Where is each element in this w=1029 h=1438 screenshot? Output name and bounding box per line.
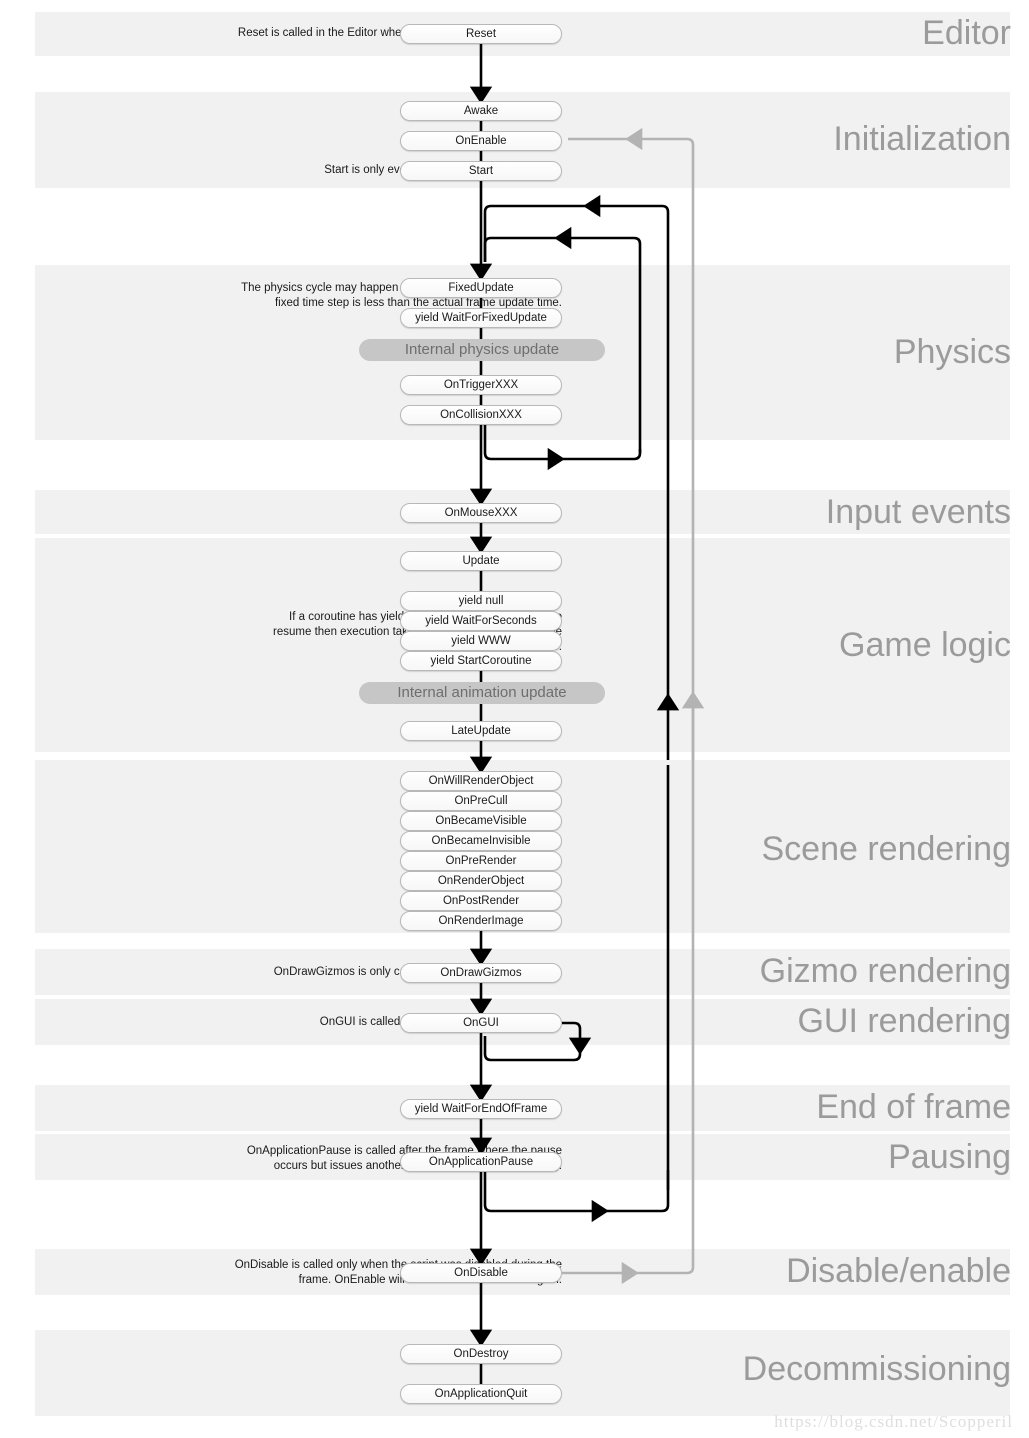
node-internal-animation-update: Internal animation update	[359, 682, 605, 704]
band-label-input-events: Input events	[825, 493, 1011, 531]
node-onwillrenderobject[interactable]: OnWillRenderObject	[400, 771, 562, 791]
band-label-decommissioning: Decommissioning	[742, 1350, 1011, 1388]
band-label-pausing: Pausing	[888, 1138, 1011, 1176]
node-onapplicationquit[interactable]: OnApplicationQuit	[400, 1384, 562, 1404]
node-ondrawgizmos[interactable]: OnDrawGizmos	[400, 963, 562, 983]
node-yield-null[interactable]: yield null	[400, 591, 562, 611]
node-ondestroy[interactable]: OnDestroy	[400, 1344, 562, 1364]
node-onprecull[interactable]: OnPreCull	[400, 791, 562, 811]
node-ondisable[interactable]: OnDisable	[400, 1263, 562, 1283]
node-lateupdate[interactable]: LateUpdate	[400, 721, 562, 741]
node-yield-www[interactable]: yield WWW	[400, 631, 562, 651]
node-onbecameinvisible[interactable]: OnBecameInvisible	[400, 831, 562, 851]
node-ontriggerxxx[interactable]: OnTriggerXXX	[400, 375, 562, 395]
band-label-initialization: Initialization	[833, 120, 1011, 158]
node-yield-waitforseconds[interactable]: yield WaitForSeconds	[400, 611, 562, 631]
band-label-physics: Physics	[893, 333, 1011, 371]
unity-lifecycle-diagram: Editor Initialization Physics Input even…	[0, 0, 1029, 1438]
node-onenable[interactable]: OnEnable	[400, 131, 562, 151]
node-onapplicationpause[interactable]: OnApplicationPause	[400, 1152, 562, 1172]
node-fixedupdate[interactable]: FixedUpdate	[400, 278, 562, 298]
node-onrenderobject[interactable]: OnRenderObject	[400, 871, 562, 891]
node-awake[interactable]: Awake	[400, 101, 562, 121]
node-onmousexxx[interactable]: OnMouseXXX	[400, 503, 562, 523]
watermark: https://blog.csdn.net/Scopperil	[774, 1412, 1013, 1431]
node-yield-waitforendofframe[interactable]: yield WaitForEndOfFrame	[400, 1099, 562, 1119]
band-label-end-of-frame: End of frame	[816, 1088, 1011, 1126]
node-yield-startcoroutine[interactable]: yield StartCoroutine	[400, 651, 562, 671]
node-onrenderimage[interactable]: OnRenderImage	[400, 911, 562, 931]
node-ongui[interactable]: OnGUI	[400, 1013, 562, 1033]
node-onprerender[interactable]: OnPreRender	[400, 851, 562, 871]
band-label-scene-rendering: Scene rendering	[761, 830, 1011, 868]
band-label-disable-enable: Disable/enable	[786, 1252, 1011, 1290]
band-label-editor: Editor	[922, 14, 1011, 52]
band-label-game-logic: Game logic	[839, 626, 1011, 664]
node-onbecamevisible[interactable]: OnBecameVisible	[400, 811, 562, 831]
node-update[interactable]: Update	[400, 551, 562, 571]
node-oncollisionxxx[interactable]: OnCollisionXXX	[400, 405, 562, 425]
node-internal-physics-update: Internal physics update	[359, 339, 605, 361]
node-yield-waitforfixedupdate[interactable]: yield WaitForFixedUpdate	[400, 308, 562, 328]
band-label-gui-rendering: GUI rendering	[797, 1002, 1011, 1040]
node-reset[interactable]: Reset	[400, 24, 562, 44]
node-start[interactable]: Start	[400, 161, 562, 181]
band-label-gizmo-rendering: Gizmo rendering	[759, 952, 1011, 990]
node-onpostrender[interactable]: OnPostRender	[400, 891, 562, 911]
